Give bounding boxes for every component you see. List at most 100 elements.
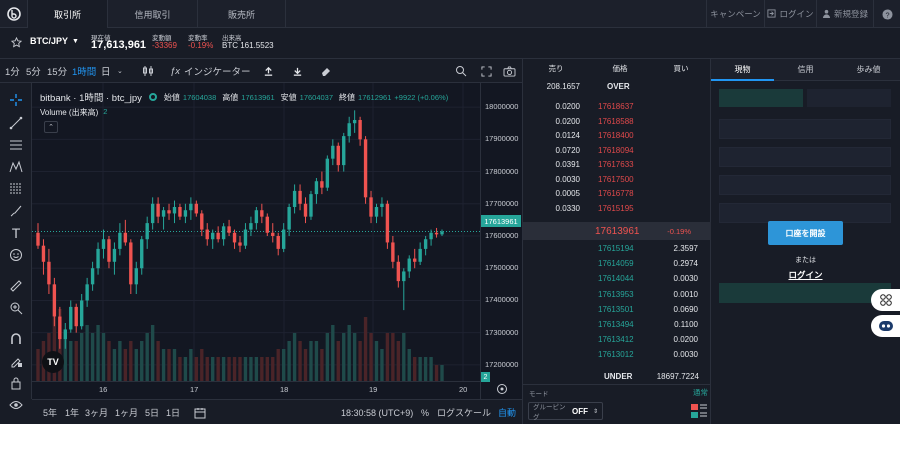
- range-3m[interactable]: 3ヶ月: [85, 400, 108, 424]
- horizontal-lines-icon[interactable]: [6, 136, 26, 154]
- price-axis[interactable]: [480, 83, 522, 399]
- nav-tab-sales[interactable]: 販売所: [198, 0, 286, 28]
- fullscreen-icon[interactable]: [481, 59, 492, 83]
- login-link[interactable]: ログイン: [764, 0, 816, 28]
- bid-price: 17614044: [598, 274, 634, 284]
- amount-field[interactable]: [719, 175, 891, 195]
- range-5y[interactable]: 5年: [43, 400, 57, 424]
- trend-line-icon[interactable]: [6, 114, 26, 132]
- range-1m[interactable]: 1ヶ月: [115, 400, 138, 424]
- book-layout-icon[interactable]: [691, 404, 707, 418]
- collapse-legend-icon[interactable]: ⌃: [44, 121, 58, 133]
- pair-selector[interactable]: BTC/JPY ▼: [30, 36, 79, 46]
- bid-row[interactable]: 17613494 0.1100: [523, 317, 711, 332]
- ask-row[interactable]: 0.0200 17618588: [523, 114, 711, 129]
- tab-margin[interactable]: 信用: [774, 59, 837, 81]
- log-scale-toggle[interactable]: ログスケール: [437, 400, 491, 424]
- tab-trade-history[interactable]: 歩み値: [837, 59, 900, 81]
- favorite-star-icon[interactable]: [10, 36, 23, 51]
- volume-bar: [85, 325, 89, 381]
- interval-1d[interactable]: 日: [101, 59, 111, 83]
- chat-bot-icon[interactable]: [871, 315, 900, 337]
- lock-icon[interactable]: [6, 374, 26, 392]
- widget-grid-icon[interactable]: [871, 289, 900, 311]
- y-tick-label: 17400000: [485, 295, 519, 305]
- volume-bar: [271, 357, 275, 381]
- upload-icon[interactable]: [263, 59, 274, 83]
- visibility-icon[interactable]: [6, 396, 26, 414]
- bid-row[interactable]: 17613953 0.0010: [523, 287, 711, 302]
- range-5d[interactable]: 5日: [145, 400, 159, 424]
- tab-spot[interactable]: 現物: [711, 59, 774, 81]
- mode-value[interactable]: 通常: [693, 387, 708, 398]
- grouping-select[interactable]: グルーピング OFF ⇕: [528, 402, 603, 421]
- bid-row[interactable]: 17614044 0.0030: [523, 271, 711, 286]
- tradingview-logo[interactable]: TV: [42, 351, 64, 373]
- ask-row[interactable]: 0.0330 17615195: [523, 201, 711, 216]
- range-1d[interactable]: 1日: [166, 400, 180, 424]
- eraser-icon[interactable]: [320, 59, 332, 83]
- percent-toggle[interactable]: %: [421, 400, 429, 424]
- download-icon[interactable]: [292, 59, 303, 83]
- candle-body: [123, 232, 128, 243]
- order-type-field[interactable]: [719, 119, 891, 139]
- bid-row[interactable]: 17613412 0.0200: [523, 332, 711, 347]
- interval-1m[interactable]: 1分: [5, 59, 20, 83]
- campaign-link[interactable]: キャンペーン: [706, 0, 764, 28]
- ruler-icon[interactable]: [6, 277, 26, 295]
- price-field[interactable]: [719, 147, 891, 167]
- indicator-button[interactable]: ƒx インジケーター: [170, 59, 251, 83]
- interval-15m[interactable]: 15分: [47, 59, 67, 83]
- axis-settings-icon[interactable]: [496, 383, 510, 397]
- candle-body: [391, 242, 395, 262]
- camera-icon[interactable]: [503, 59, 516, 83]
- candle-body: [101, 239, 106, 249]
- range-1y[interactable]: 1年: [65, 400, 79, 424]
- ob-header-sell: 売り: [548, 63, 564, 73]
- volume-bar: [194, 357, 199, 381]
- zoom-in-icon[interactable]: [6, 299, 26, 317]
- bid-row[interactable]: 17613501 0.0690: [523, 302, 711, 317]
- interval-dropdown-icon[interactable]: ⌄: [117, 59, 123, 83]
- interval-1h[interactable]: 1時間: [72, 59, 96, 83]
- grouping-label: グルーピング: [533, 404, 566, 421]
- ask-row[interactable]: 0.0391 17617633: [523, 157, 711, 172]
- date-range-icon[interactable]: [194, 400, 206, 424]
- ask-row[interactable]: 0.0005 17616778: [523, 186, 711, 201]
- emoji-icon[interactable]: [6, 246, 26, 264]
- help-icon[interactable]: ?: [873, 0, 900, 28]
- candle-type-icon[interactable]: [142, 59, 154, 83]
- ask-row[interactable]: 0.0030 17617500: [523, 172, 711, 187]
- fibonacci-icon[interactable]: [6, 180, 26, 198]
- price-chart[interactable]: 18000000 17900000 17800000 17700000 17600000…: [32, 83, 522, 399]
- clock-time[interactable]: 18:30:58 (UTC+9): [341, 400, 413, 424]
- sell-side-button[interactable]: [807, 89, 891, 107]
- bid-row[interactable]: 17613012 0.0030: [523, 347, 711, 362]
- candlestick-canvas[interactable]: [32, 83, 522, 399]
- text-tool-icon[interactable]: T: [6, 224, 26, 242]
- bitbank-logo[interactable]: [0, 0, 28, 28]
- lock-drawing-icon[interactable]: [6, 352, 26, 370]
- submit-order-button[interactable]: [719, 283, 891, 303]
- interval-5m[interactable]: 5分: [26, 59, 41, 83]
- open-account-button[interactable]: 口座を開設: [768, 221, 843, 245]
- bid-row[interactable]: 17614059 0.2974: [523, 256, 711, 271]
- nav-tab-exchange[interactable]: 取引所: [28, 0, 108, 28]
- nav-tab-margin[interactable]: 信用取引: [108, 0, 198, 28]
- register-link[interactable]: 新規登録: [816, 0, 873, 28]
- ask-row[interactable]: 0.0200 17618637: [523, 99, 711, 114]
- brush-icon[interactable]: [6, 202, 26, 220]
- bid-row[interactable]: 17615194 2.3597: [523, 241, 711, 256]
- panel-login-link[interactable]: ログイン: [788, 270, 822, 280]
- total-field[interactable]: [719, 203, 891, 223]
- magnet-icon[interactable]: [6, 330, 26, 348]
- crosshair-icon[interactable]: [6, 91, 26, 109]
- ob-header-price: 価格: [612, 63, 628, 73]
- pair-label: BTC/JPY: [30, 36, 69, 46]
- ask-row[interactable]: 0.0124 17618400: [523, 128, 711, 143]
- pattern-icon[interactable]: [6, 158, 26, 176]
- ask-row[interactable]: 0.0720 17618094: [523, 143, 711, 158]
- zoom-search-icon[interactable]: [455, 59, 467, 83]
- buy-side-button[interactable]: [719, 89, 803, 107]
- auto-scale-toggle[interactable]: 自動: [498, 400, 516, 424]
